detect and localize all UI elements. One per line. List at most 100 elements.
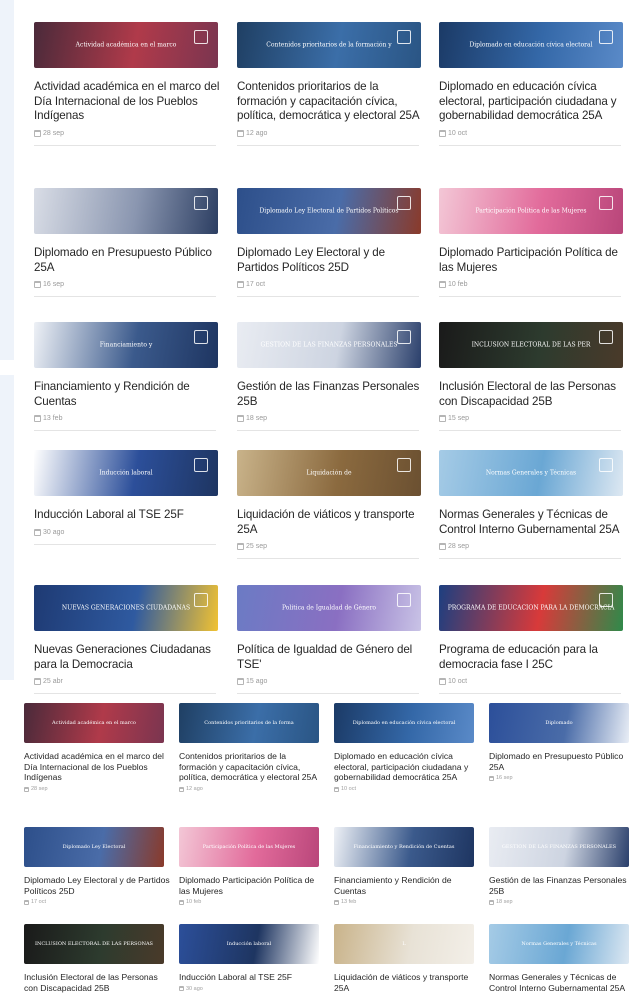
calendar-icon <box>237 543 244 551</box>
course-title[interactable]: Programa de educación para la democracia… <box>439 643 625 672</box>
course-title[interactable]: Diplomado en Presupuesto Público 25A <box>34 246 220 275</box>
course-thumbnail[interactable]: Política de Igualdad de Género <box>237 585 421 631</box>
thumbnail-banner-text: Contenidos prioritarios de la forma <box>204 720 294 726</box>
course-date-text: 17 oct <box>31 899 46 906</box>
course-title[interactable]: Gestión de las Finanzas Personales 25B <box>237 380 423 409</box>
course-thumbnail[interactable]: Diplomado Ley Electoral de Partidos Polí… <box>237 188 421 234</box>
course-card[interactable]: Diplomado Ley Electoral de Partidos Polí… <box>237 188 423 298</box>
course-card[interactable]: Liquidación de Liquidación de viáticos y … <box>237 450 423 560</box>
course-date: 15 sep <box>439 415 625 423</box>
course-card[interactable]: PROGRAMA DE EDUCACIÓN PARA LA DEMOCRACIA… <box>439 585 625 695</box>
course-card[interactable]: Contenidos prioritarios de la formación … <box>237 22 423 146</box>
course-title[interactable]: Liquidación de viáticos y transporte 25A <box>237 508 423 537</box>
course-card[interactable]: GESTIÓN DE LAS FINANZAS PERSONALES Gestió… <box>237 322 423 432</box>
course-thumbnail[interactable]: Contenidos prioritarios de la formación … <box>237 22 421 68</box>
course-thumbnail[interactable]: Actividad académica en el marco <box>34 22 218 68</box>
course-title[interactable]: Liquidación de viáticos y transporte 25A <box>334 972 480 993</box>
course-title[interactable]: Inclusión Electoral de las Personas con … <box>24 972 170 993</box>
course-thumbnail[interactable]: Actividad académica en el marco <box>24 703 164 743</box>
course-card[interactable]: Diplomado en Presupuesto Público 25A 16 s… <box>34 188 220 298</box>
thumbnail-banner-text: PROGRAMA DE EDUCACIÓN PARA LA DEMOCRACIA <box>447 604 615 612</box>
course-thumbnail[interactable]: Diplomado Ley Electoral <box>24 827 164 867</box>
course-card[interactable]: Financiamiento y Financiamiento y Rendici… <box>34 322 220 432</box>
course-card[interactable]: INCLUSIÓN ELECTORAL DE LAS PER Inclusión … <box>439 322 625 432</box>
course-card[interactable]: Política de Igualdad de Género Política d… <box>237 585 423 695</box>
course-thumbnail[interactable]: INCLUSIÓN ELECTORAL DE LAS PERSONAS <box>24 924 164 964</box>
course-thumbnail[interactable]: Contenidos prioritarios de la forma <box>179 703 319 743</box>
course-thumbnail[interactable]: Diplomado en educación cívica electoral <box>334 703 474 743</box>
card-divider <box>34 693 216 695</box>
course-title[interactable]: Diplomado Ley Electoral y de Partidos Po… <box>24 875 170 896</box>
course-card-compact[interactable]: Normas Generales y Técnicas Normas Genera… <box>489 924 635 993</box>
course-thumbnail[interactable]: NUEVAS GENERACIONES CIUDADANAS <box>34 585 218 631</box>
course-title[interactable]: Actividad académica en el marco del Día … <box>24 751 170 783</box>
thumbnail-banner-text: Liquidación de <box>306 469 352 477</box>
course-card-compact[interactable]: INCLUSIÓN ELECTORAL DE LAS PERSONAS Inclu… <box>24 924 170 993</box>
course-date-text: 16 sep <box>496 775 513 782</box>
course-title[interactable]: Política de Igualdad de Género del TSE' <box>237 643 423 672</box>
course-title[interactable]: Financiamiento y Rendición de Cuentas <box>334 875 480 896</box>
thumbnail-banner-text: Diplomado en educación cívica electoral <box>469 41 593 49</box>
course-card[interactable]: Participación Política de las Mujeres Dip… <box>439 188 625 298</box>
course-thumbnail[interactable]: Financiamiento y Rendición de Cuentas <box>334 827 474 867</box>
course-thumbnail[interactable]: Inducción laboral <box>179 924 319 964</box>
course-thumbnail[interactable]: GESTIÓN DE LAS FINANZAS PERSONALES <box>489 827 629 867</box>
course-title[interactable]: Nuevas Generaciones Ciudadanas para la D… <box>34 643 220 672</box>
course-thumbnail[interactable]: Inducción laboral <box>34 450 218 496</box>
course-card-compact[interactable]: Diplomado Diplomado en Presupuesto Públic… <box>489 703 635 781</box>
course-card[interactable]: Inducción laboral Inducción Laboral al TS… <box>34 450 220 545</box>
course-card[interactable]: NUEVAS GENERACIONES CIUDADANAS Nuevas Gen… <box>34 585 220 695</box>
course-date: 10 feb <box>439 281 625 289</box>
course-title[interactable]: Normas Generales y Técnicas de Control I… <box>489 972 635 993</box>
course-title[interactable]: Inducción Laboral al TSE 25F <box>179 972 325 983</box>
course-card-compact[interactable]: Inducción laboral Inducción Laboral al TS… <box>179 924 325 992</box>
course-card-compact[interactable]: Financiamiento y Rendición de Cuentas Fin… <box>334 827 480 905</box>
course-title[interactable]: Diplomado en educación cívica electoral,… <box>439 80 625 124</box>
course-thumbnail[interactable] <box>34 188 218 234</box>
course-thumbnail[interactable]: INCLUSIÓN ELECTORAL DE LAS PER <box>439 322 623 368</box>
course-thumbnail[interactable]: Diplomado en educación cívica electoral <box>439 22 623 68</box>
course-card-compact[interactable]: Diplomado Ley Electoral Diplomado Ley Ele… <box>24 827 170 905</box>
course-title[interactable]: Diplomado Participación Política de las … <box>439 246 625 275</box>
course-card-compact[interactable]: Diplomado en educación cívica electoral D… <box>334 703 480 792</box>
institution-logo-icon <box>194 593 208 607</box>
course-title[interactable]: Normas Generales y Técnicas de Control I… <box>439 508 625 537</box>
course-thumbnail[interactable]: Diplomado <box>489 703 629 743</box>
course-title[interactable]: Contenidos prioritarios de la formación … <box>179 751 325 783</box>
course-card-compact[interactable]: Actividad académica en el marco Actividad… <box>24 703 170 792</box>
course-date-text: 17 oct <box>246 281 266 289</box>
course-thumbnail[interactable]: GESTIÓN DE LAS FINANZAS PERSONALES <box>237 322 421 368</box>
course-title[interactable]: Contenidos prioritarios de la formación … <box>237 80 423 124</box>
course-title[interactable]: Diplomado en educación cívica electoral,… <box>334 751 480 783</box>
course-thumbnail[interactable]: Liquidación de <box>237 450 421 496</box>
course-title[interactable]: Actividad académica en el marco del Día … <box>34 80 220 124</box>
course-thumbnail[interactable]: PROGRAMA DE EDUCACIÓN PARA LA DEMOCRACIA <box>439 585 623 631</box>
course-title[interactable]: Inducción Laboral al TSE 25F <box>34 508 220 523</box>
course-card[interactable]: Actividad académica en el marco Actividad… <box>34 22 220 146</box>
course-thumbnail[interactable]: Normas Generales y Técnicas <box>489 924 629 964</box>
course-date-text: 15 sep <box>448 415 470 423</box>
thumbnail-banner-text: Inducción laboral <box>99 469 153 477</box>
course-title[interactable]: Inclusión Electoral de las Personas con … <box>439 380 625 409</box>
course-title[interactable]: Diplomado Participación Política de las … <box>179 875 325 896</box>
thumbnail-banner-text: Diplomado <box>545 720 573 726</box>
course-thumbnail[interactable]: Participación Política de las Mujeres <box>179 827 319 867</box>
course-card-compact[interactable]: L Liquidación de viáticos y transporte 25… <box>334 924 480 993</box>
course-card-compact[interactable]: GESTIÓN DE LAS FINANZAS PERSONALES Gestió… <box>489 827 635 905</box>
course-thumbnail[interactable]: L <box>334 924 474 964</box>
course-card-compact[interactable]: Contenidos prioritarios de la forma Conte… <box>179 703 325 792</box>
course-date-text: 13 feb <box>43 415 63 423</box>
course-thumbnail[interactable]: Participación Política de las Mujeres <box>439 188 623 234</box>
course-card[interactable]: Normas Generales y Técnicas Normas Genera… <box>439 450 625 560</box>
course-title[interactable]: Diplomado en Presupuesto Público 25A <box>489 751 635 772</box>
course-date: 25 abr <box>34 678 220 686</box>
course-thumbnail[interactable]: Normas Generales y Técnicas <box>439 450 623 496</box>
course-date-text: 10 feb <box>186 899 202 906</box>
course-card[interactable]: Diplomado en educación cívica electoral D… <box>439 22 625 146</box>
course-thumbnail[interactable]: Financiamiento y <box>34 322 218 368</box>
course-title[interactable]: Diplomado Ley Electoral y de Partidos Po… <box>237 246 423 275</box>
course-title[interactable]: Gestión de las Finanzas Personales 25B <box>489 875 635 896</box>
course-title[interactable]: Financiamiento y Rendición de Cuentas <box>34 380 220 409</box>
course-card-compact[interactable]: Participación Política de las Mujeres Dip… <box>179 827 325 905</box>
thumbnail-banner-text: Diplomado Ley Electoral <box>62 844 126 850</box>
